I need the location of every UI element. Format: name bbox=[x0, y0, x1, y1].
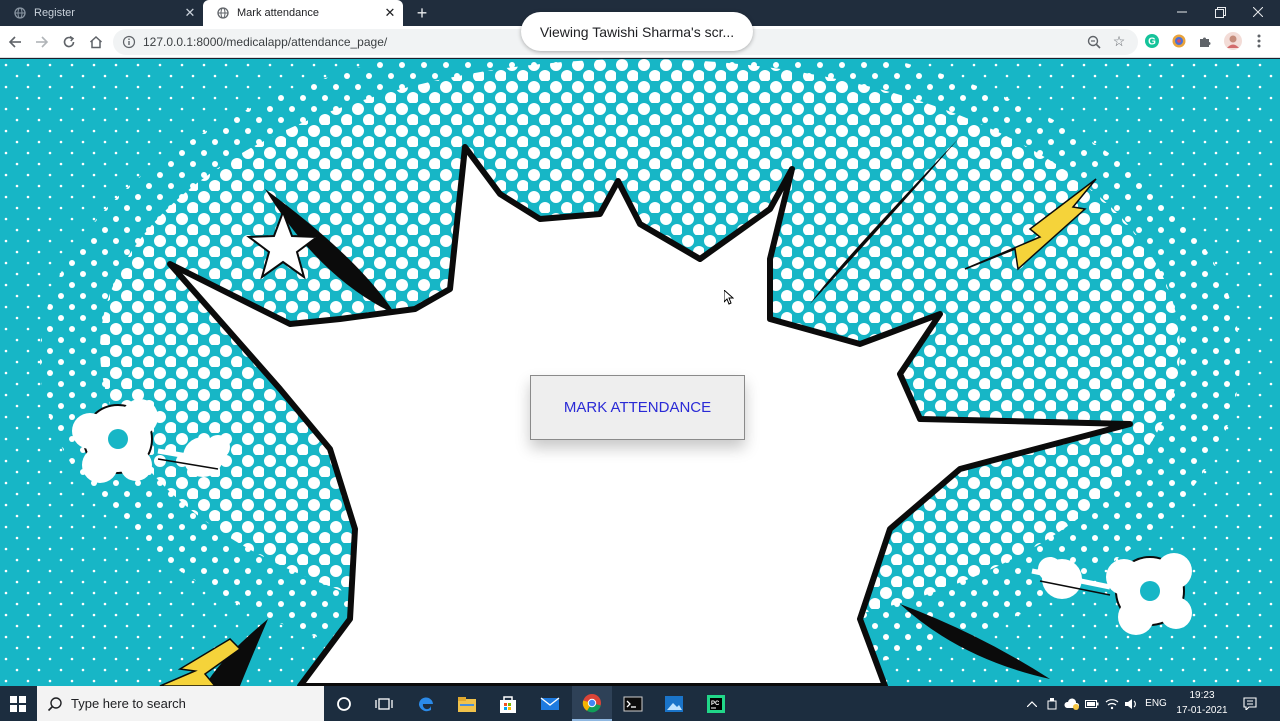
cortana-icon[interactable] bbox=[324, 686, 364, 721]
clock-date: 17-01-2021 bbox=[1176, 705, 1228, 716]
screen: Register ✕ Mark attendance ✕ + 127.0.0.1… bbox=[0, 0, 1280, 721]
tab-title: Mark attendance bbox=[237, 7, 319, 19]
reload-icon bbox=[63, 35, 75, 48]
wifi-icon[interactable] bbox=[1103, 686, 1121, 721]
chrome-icon[interactable] bbox=[572, 686, 612, 721]
back-arrow-icon bbox=[8, 36, 21, 48]
start-button[interactable] bbox=[0, 686, 36, 721]
back-button[interactable] bbox=[3, 30, 27, 54]
mail-icon[interactable] bbox=[530, 686, 570, 721]
globe-icon bbox=[14, 7, 26, 19]
notification-center-icon[interactable] bbox=[1238, 686, 1262, 721]
site-info-icon[interactable] bbox=[122, 35, 136, 49]
bookmark-star-icon[interactable]: ☆ bbox=[1111, 33, 1127, 49]
puzzle-icon[interactable] bbox=[1196, 32, 1214, 50]
url-text: 127.0.0.1:8000/medicalapp/attendance_pag… bbox=[143, 35, 388, 49]
reload-button[interactable] bbox=[57, 30, 81, 54]
profile-avatar-icon[interactable] bbox=[1223, 31, 1243, 51]
forward-arrow-icon bbox=[36, 36, 49, 48]
home-button[interactable] bbox=[84, 30, 108, 54]
more-menu-icon[interactable] bbox=[1250, 32, 1268, 50]
tab-mark-attendance[interactable]: Mark attendance ✕ bbox=[203, 0, 403, 26]
onedrive-icon[interactable] bbox=[1062, 686, 1082, 721]
store-icon[interactable] bbox=[488, 686, 528, 721]
battery-icon[interactable] bbox=[1083, 686, 1101, 721]
restore-icon[interactable] bbox=[1201, 0, 1239, 24]
clock-time: 19:23 bbox=[1189, 690, 1215, 701]
windows-logo-icon bbox=[10, 695, 26, 712]
tab-title: Register bbox=[34, 7, 75, 19]
grammarly-icon[interactable]: G bbox=[1143, 32, 1161, 50]
tab-register[interactable]: Register ✕ bbox=[0, 0, 203, 26]
svg-text:PC: PC bbox=[711, 701, 720, 707]
search-icon bbox=[47, 696, 62, 711]
zoom-icon[interactable] bbox=[1086, 34, 1102, 50]
mark-attendance-button[interactable]: MARK ATTENDANCE bbox=[530, 375, 745, 440]
screen-share-notice: Viewing Tawishi Sharma's scr... bbox=[521, 12, 753, 51]
close-tab-icon[interactable]: ✕ bbox=[383, 5, 397, 20]
photos-icon[interactable] bbox=[654, 686, 694, 721]
windows-taskbar: Type here to search PC ENG 19:23 17-01-2… bbox=[0, 686, 1280, 721]
edge-icon[interactable] bbox=[406, 686, 446, 721]
search-placeholder: Type here to search bbox=[71, 696, 186, 711]
usb-device-icon[interactable] bbox=[1043, 686, 1061, 721]
home-icon bbox=[89, 35, 103, 49]
forward-button[interactable] bbox=[30, 30, 54, 54]
extension-color-icon[interactable] bbox=[1170, 32, 1188, 50]
task-view-icon[interactable] bbox=[364, 686, 404, 721]
input-language[interactable]: ENG bbox=[1142, 686, 1170, 721]
show-hidden-icons[interactable] bbox=[1024, 686, 1040, 721]
taskbar-clock[interactable]: 19:23 17-01-2021 bbox=[1168, 688, 1236, 719]
terminal-icon[interactable] bbox=[613, 686, 653, 721]
close-tab-icon[interactable]: ✕ bbox=[183, 5, 197, 20]
mouse-cursor-icon bbox=[724, 290, 734, 305]
comic-burst-background bbox=[0, 59, 1280, 686]
svg-text:G: G bbox=[1148, 37, 1156, 48]
pycharm-icon[interactable]: PC bbox=[696, 686, 736, 721]
page-content: MARK ATTENDANCE bbox=[0, 59, 1280, 686]
close-window-icon[interactable] bbox=[1239, 0, 1277, 24]
taskbar-search[interactable]: Type here to search bbox=[37, 686, 324, 721]
minimize-icon[interactable] bbox=[1163, 0, 1201, 24]
new-tab-button[interactable]: + bbox=[411, 2, 433, 24]
file-explorer-icon[interactable] bbox=[447, 686, 487, 721]
volume-icon[interactable] bbox=[1122, 686, 1140, 721]
globe-icon bbox=[217, 7, 229, 19]
